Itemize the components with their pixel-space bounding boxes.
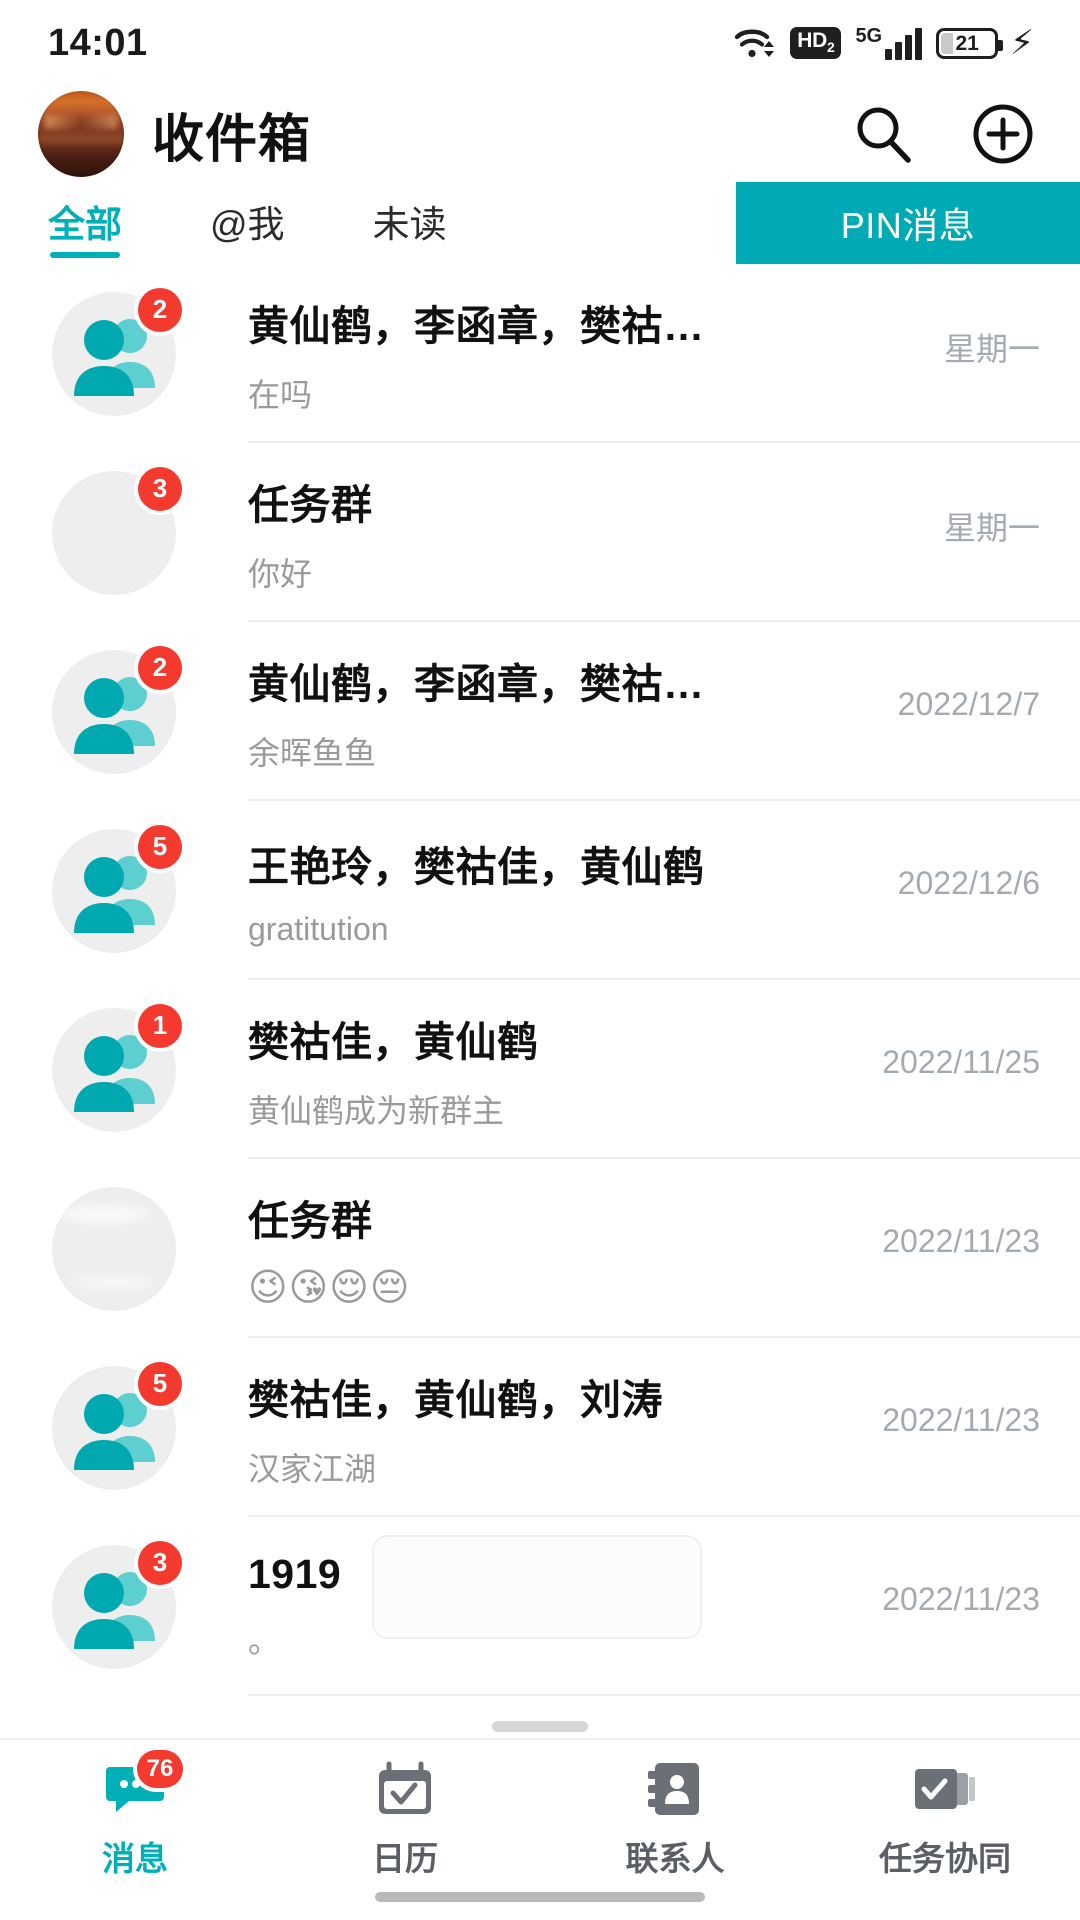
list-item[interactable]: 2 黄仙鹤，李函章，樊祜… 在吗 星期一 bbox=[0, 264, 1080, 443]
unread-badge: 2 bbox=[138, 645, 182, 690]
list-item-content: 任务群 😉😘😌😔 bbox=[248, 1187, 856, 1310]
conversation-timestamp: 星期一 bbox=[943, 509, 1040, 546]
photo-avatar-sunset[interactable]: 3 bbox=[52, 466, 182, 595]
conversation-preview: 你好 bbox=[248, 555, 313, 592]
conversation-preview: 汉家江湖 bbox=[248, 1450, 377, 1487]
unread-badge: 5 bbox=[138, 1361, 182, 1406]
unread-badge: 1 bbox=[138, 1003, 182, 1048]
nav-label-contacts: 联系人 bbox=[625, 1840, 725, 1877]
conversation-timestamp: 2022/11/23 bbox=[882, 1581, 1040, 1617]
conversation-preview: 余晖鱼鱼 bbox=[248, 734, 377, 771]
conversation-timestamp: 2022/11/23 bbox=[882, 1223, 1040, 1259]
plus-circle-icon[interactable] bbox=[970, 101, 1036, 167]
tab-all[interactable]: 全部 bbox=[48, 182, 122, 264]
list-item[interactable]: 5 樊祜佳，黄仙鹤，刘涛 汉家江湖 2022/11/23 bbox=[0, 1338, 1080, 1517]
list-item-content: 王艳玲，樊祜佳，黄仙鹤 gratitution bbox=[248, 833, 872, 948]
conversation-title: 黄仙鹤，李函章，樊祜… bbox=[248, 302, 705, 349]
conversation-timestamp: 星期一 bbox=[943, 330, 1040, 367]
battery-icon: 21 bbox=[936, 27, 1004, 59]
avatar[interactable] bbox=[38, 91, 124, 177]
charging-bolt-icon: ⚡ bbox=[1010, 24, 1034, 62]
list-item[interactable]: 3 1919 。 2022/11/23 bbox=[0, 1517, 1080, 1696]
conversation-preview: 在吗 bbox=[248, 376, 313, 413]
group-avatar-icon[interactable]: 3 bbox=[52, 1540, 182, 1669]
page-title: 收件箱 bbox=[152, 110, 312, 169]
conversation-timestamp: 2022/11/25 bbox=[882, 1044, 1040, 1080]
photo-avatar-sky[interactable] bbox=[52, 1186, 176, 1311]
unread-badge: 2 bbox=[138, 287, 182, 332]
conversation-title: 樊祜佳，黄仙鹤，刘涛 bbox=[248, 1376, 663, 1423]
conversation-title: 樊祜佳，黄仙鹤 bbox=[248, 1018, 539, 1065]
scroll-handle[interactable] bbox=[492, 1721, 588, 1732]
home-indicator bbox=[375, 1892, 705, 1902]
unread-badge: 3 bbox=[138, 466, 182, 511]
status-bar: 14:01 HD2 5G 21 ⚡ bbox=[0, 0, 1080, 86]
list-item[interactable]: 5 王艳玲，樊祜佳，黄仙鹤 gratitution 2022/12/6 bbox=[0, 801, 1080, 980]
chat-bubble-icon: 76 bbox=[103, 1750, 183, 1820]
nav-item-calendar[interactable]: 日历 bbox=[270, 1758, 540, 1880]
header-actions bbox=[850, 101, 1036, 167]
group-avatar-icon[interactable]: 5 bbox=[52, 1361, 182, 1490]
list-item-content: 樊祜佳，黄仙鹤 黄仙鹤成为新群主 bbox=[248, 1008, 856, 1132]
contacts-book-icon bbox=[643, 1758, 707, 1820]
status-clock: 14:01 bbox=[48, 21, 148, 64]
unread-badge: 3 bbox=[138, 1540, 182, 1585]
group-avatar-icon[interactable]: 1 bbox=[52, 1003, 182, 1132]
pin-messages-button[interactable]: PIN消息 bbox=[736, 182, 1080, 264]
message-overlay-box bbox=[372, 1535, 702, 1639]
list-item[interactable]: 3 任务群 你好 星期一 bbox=[0, 443, 1080, 622]
tab-unread[interactable]: 未读 bbox=[373, 182, 447, 264]
hd-voice-icon: HD2 bbox=[790, 27, 842, 59]
wifi-icon bbox=[734, 26, 776, 60]
nav-label-tasks: 任务协同 bbox=[879, 1840, 1011, 1877]
list-item[interactable]: 1 樊祜佳，黄仙鹤 黄仙鹤成为新群主 2022/11/25 bbox=[0, 980, 1080, 1159]
app-screen: 14:01 HD2 5G 21 ⚡ 收件箱 全部 @我 未读 PIN消息 2 黄… bbox=[0, 0, 1080, 1920]
app-header: 收件箱 bbox=[0, 86, 1080, 182]
group-avatar-icon[interactable]: 5 bbox=[52, 824, 182, 953]
unread-badge: 5 bbox=[138, 824, 182, 869]
conversation-timestamp: 2022/12/6 bbox=[897, 865, 1040, 901]
conversation-timestamp: 2022/12/7 bbox=[897, 686, 1040, 722]
list-item-content: 黄仙鹤，李函章，樊祜… 在吗 bbox=[248, 292, 918, 416]
conversation-title: 王艳玲，樊祜佳，黄仙鹤 bbox=[248, 844, 705, 890]
conversation-preview: 😉😘😌😔 bbox=[248, 1267, 411, 1309]
nav-label-messages: 消息 bbox=[102, 1840, 168, 1877]
tasks-collab-icon bbox=[913, 1758, 977, 1820]
conversation-title: 任务群 bbox=[248, 481, 373, 528]
list-item[interactable]: 任务群 😉😘😌😔 2022/11/23 bbox=[0, 1159, 1080, 1338]
tab-list: 全部 @我 未读 bbox=[0, 182, 447, 264]
nav-label-calendar: 日历 bbox=[372, 1840, 438, 1877]
list-item-content: 樊祜佳，黄仙鹤，刘涛 汉家江湖 bbox=[248, 1366, 856, 1490]
signal-bars-icon: 5G bbox=[855, 26, 923, 60]
messages-count-badge: 76 bbox=[137, 1750, 183, 1788]
list-item-content: 黄仙鹤，李函章，樊祜… 余晖鱼鱼 bbox=[248, 650, 872, 774]
search-icon[interactable] bbox=[850, 101, 916, 167]
nav-item-tasks[interactable]: 任务协同 bbox=[810, 1758, 1080, 1880]
list-item[interactable]: 2 黄仙鹤，李函章，樊祜… 余晖鱼鱼 2022/12/7 bbox=[0, 622, 1080, 801]
status-icon-group: HD2 5G 21 ⚡ bbox=[734, 26, 1034, 60]
conversation-preview: gratitution bbox=[248, 911, 389, 947]
conversation-timestamp: 2022/11/23 bbox=[882, 1402, 1040, 1438]
nav-item-messages[interactable]: 76 消息 bbox=[0, 1750, 270, 1880]
group-avatar-icon[interactable]: 2 bbox=[52, 287, 182, 416]
list-item-content: 任务群 你好 bbox=[248, 471, 918, 595]
conversation-title: 任务群 bbox=[248, 1198, 373, 1244]
conversation-title: 黄仙鹤，李函章，樊祜… bbox=[248, 660, 705, 707]
conversation-preview: 黄仙鹤成为新群主 bbox=[248, 1092, 505, 1129]
calendar-check-icon bbox=[373, 1758, 437, 1820]
group-avatar-icon[interactable]: 2 bbox=[52, 645, 182, 774]
conversation-list[interactable]: 2 黄仙鹤，李函章，樊祜… 在吗 星期一 3 任务群 你好 星期一 2 黄仙鹤，… bbox=[0, 264, 1080, 1738]
tab-mentions[interactable]: @我 bbox=[210, 182, 285, 264]
nav-item-contacts[interactable]: 联系人 bbox=[540, 1758, 810, 1880]
filter-tabbar: 全部 @我 未读 PIN消息 bbox=[0, 182, 1080, 264]
